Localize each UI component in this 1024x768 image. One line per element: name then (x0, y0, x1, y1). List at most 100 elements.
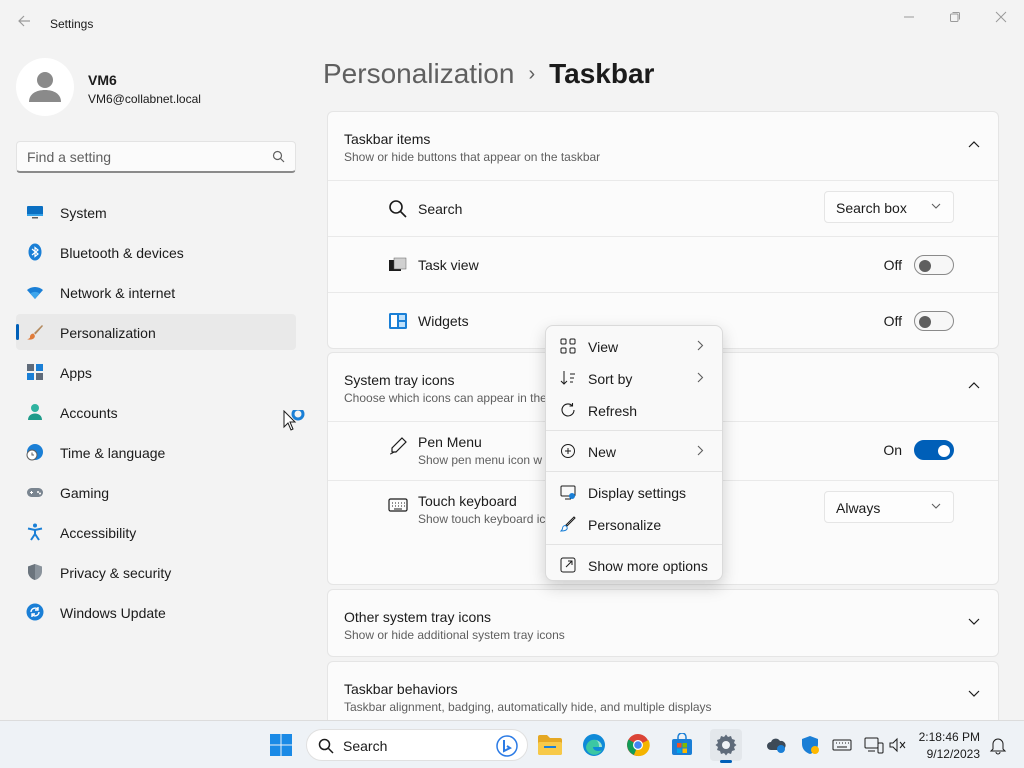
toggle-knob (938, 445, 950, 457)
sidebar-item-label: Privacy & security (60, 565, 172, 581)
section-title: Taskbar items (344, 131, 431, 147)
sidebar-item-label: Personalization (60, 325, 156, 341)
toggle-state-text: Off (883, 313, 902, 329)
pen-menu-toggle[interactable] (914, 440, 954, 460)
settings-search[interactable] (16, 141, 296, 173)
taskbar-edge[interactable] (578, 729, 610, 761)
bing-icon (496, 735, 518, 757)
chevron-down-icon[interactable] (968, 618, 980, 626)
menu-item-label: New (588, 444, 617, 460)
taskbar-search[interactable]: Search (306, 729, 528, 761)
search-input[interactable] (27, 148, 257, 166)
wifi-icon (27, 286, 43, 299)
chevron-down-icon (931, 203, 941, 209)
accessibility-icon (27, 523, 43, 541)
taskbar-settings[interactable] (710, 729, 742, 763)
dropdown-value: Search box (836, 200, 907, 216)
menu-item-new[interactable]: New (550, 436, 718, 466)
other-tray-card[interactable]: Other system tray icons Show or hide add… (327, 589, 999, 657)
sidebar-item-bluetooth[interactable]: Bluetooth & devices (16, 234, 296, 270)
person-icon (28, 404, 42, 420)
menu-item-personalize[interactable]: Personalize (550, 509, 718, 539)
taskbar-file-explorer[interactable] (534, 729, 566, 761)
widgets-toggle[interactable] (914, 311, 954, 331)
chevron-down-icon[interactable] (968, 690, 980, 698)
toggle-state-text: On (883, 442, 902, 458)
sidebar-item-system[interactable]: System (16, 194, 296, 230)
avatar[interactable] (16, 58, 74, 116)
taskbar-search-label: Search (343, 738, 388, 754)
menu-item-label: Refresh (588, 403, 638, 419)
chrome-icon (627, 734, 650, 757)
busy-cursor-icon (283, 407, 305, 431)
security-shield-icon[interactable] (800, 735, 820, 755)
taskbar-items-header[interactable]: Taskbar items Show or hide buttons that … (328, 112, 998, 180)
menu-item-view[interactable]: View (550, 331, 718, 361)
start-button[interactable] (265, 729, 297, 761)
other-tray-header[interactable]: Other system tray icons Show or hide add… (328, 590, 998, 658)
sidebar-item-accessibility[interactable]: Accessibility (16, 514, 296, 550)
update-icon (26, 603, 44, 621)
menu-item-label: Display settings (588, 485, 687, 501)
menu-item-sort-by[interactable]: Sort by (550, 363, 718, 393)
keyboard-icon[interactable] (832, 735, 852, 755)
sidebar-item-accounts[interactable]: Accounts (16, 394, 296, 430)
minimize-button[interactable] (896, 6, 922, 28)
chevron-right-icon (697, 372, 704, 383)
page-title: Taskbar (549, 58, 655, 89)
sidebar-item-apps[interactable]: Apps (16, 354, 296, 390)
close-button[interactable] (988, 6, 1014, 28)
sidebar-item-label: Bluetooth & devices (60, 245, 184, 261)
toggle-knob (919, 316, 931, 328)
sidebar-item-network[interactable]: Network & internet (16, 274, 296, 310)
sidebar-item-personalization[interactable]: Personalization (16, 314, 296, 350)
speaker-muted-icon[interactable] (888, 735, 908, 755)
sort-icon (560, 371, 575, 385)
menu-item-display-settings[interactable]: Display settings (550, 477, 718, 507)
network-icon[interactable] (864, 735, 884, 755)
bell-icon[interactable] (988, 735, 1008, 755)
gamepad-icon (27, 488, 43, 497)
chevron-up-icon[interactable] (968, 381, 980, 389)
sidebar-item-label: Network & internet (60, 285, 176, 301)
brush-icon (560, 516, 576, 532)
close-icon (995, 11, 1007, 23)
menu-item-label: Sort by (588, 371, 633, 387)
pen-icon (389, 437, 407, 455)
brush-icon (27, 325, 43, 340)
chevron-up-icon[interactable] (968, 140, 980, 148)
clock-time[interactable]: 2:18:46 PM (919, 730, 980, 744)
sidebar-item-windows-update[interactable]: Windows Update (16, 594, 296, 630)
back-arrow-icon (18, 15, 30, 27)
sidebar-item-time-language[interactable]: Time & language (16, 434, 296, 470)
taskbar-behaviors-card[interactable]: Taskbar behaviors Taskbar alignment, bad… (327, 661, 999, 729)
menu-item-refresh[interactable]: Refresh (550, 395, 718, 425)
taskbar-chrome[interactable] (622, 729, 654, 761)
search-icon[interactable] (272, 150, 285, 163)
sidebar-item-label: Windows Update (60, 605, 166, 621)
search-row: Search Search box (328, 180, 998, 236)
user-avatar-icon (29, 72, 61, 102)
taskbar-store[interactable] (666, 729, 698, 761)
row-label: Search (418, 201, 463, 217)
search-mode-dropdown[interactable]: Search box (824, 191, 954, 223)
toggle-state-text: Off (883, 257, 902, 273)
menu-separator (546, 430, 722, 431)
breadcrumb-parent[interactable]: Personalization (323, 58, 514, 89)
menu-item-show-more-options[interactable]: Show more options (550, 550, 718, 580)
sidebar-item-privacy-security[interactable]: Privacy & security (16, 554, 296, 590)
task-view-toggle[interactable] (914, 255, 954, 275)
back-button[interactable] (14, 14, 34, 34)
widgets-icon (389, 313, 407, 329)
clock-date[interactable]: 9/12/2023 (927, 747, 980, 761)
chevron-down-icon (931, 503, 941, 509)
sidebar-item-gaming[interactable]: Gaming (16, 474, 296, 510)
taskbar: Search 2:18:46 PM 9/12/2023 (0, 720, 1024, 768)
touch-keyboard-dropdown[interactable]: Always (824, 491, 954, 523)
maximize-button[interactable] (942, 6, 968, 28)
row-label: Task view (418, 257, 479, 273)
section-title: Taskbar behaviors (344, 681, 458, 697)
taskbar-items-card: Taskbar items Show or hide buttons that … (327, 111, 999, 349)
folder-icon (538, 735, 562, 755)
onedrive-icon[interactable] (766, 735, 786, 755)
